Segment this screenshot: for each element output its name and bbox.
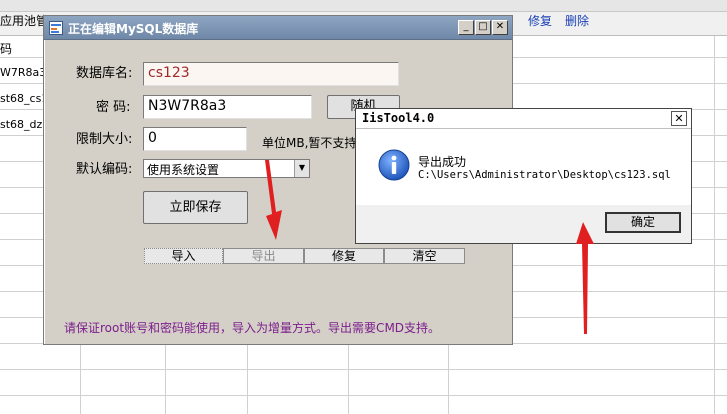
limit-unit-text: 单位MB,暂不支持 [262, 136, 357, 150]
dialog-titlebar: IisTool4.0 ✕ [356, 109, 691, 129]
tab-export[interactable]: 导出 [223, 248, 304, 264]
table-cell: st68_dz [0, 118, 43, 131]
usage-note: 请保证root账号和密码能使用，导入为增量方式。导出需要CMD支持。 [64, 321, 441, 335]
maximize-icon[interactable]: □ [475, 20, 491, 35]
column-header: 码 [0, 42, 13, 56]
ok-button[interactable]: 确定 [605, 212, 681, 233]
red-arrow-icon [265, 160, 282, 240]
delete-link[interactable]: 删除 [565, 12, 589, 29]
close-icon[interactable]: ✕ [671, 111, 687, 126]
encoding-value: 使用系统设置 [147, 163, 220, 177]
tab-repair[interactable]: 修复 [304, 248, 384, 264]
password-field[interactable]: N3W7R8a3 [143, 95, 312, 119]
db-name-label: 数据库名: [76, 66, 133, 81]
background-tab-strip [0, 0, 727, 12]
dialog-file-path: C:\Users\Administrator\Desktop\cs123.sql [418, 169, 671, 181]
encoding-label: 默认编码: [76, 162, 133, 177]
table-cell: W7R8a3 [0, 66, 47, 79]
repair-link[interactable]: 修复 [528, 12, 552, 29]
db-name-field[interactable]: cs123 [143, 62, 399, 86]
minimize-icon[interactable]: _ [458, 20, 474, 35]
dialog-body: 导出成功 C:\Users\Administrator\Desktop\cs12… [356, 129, 691, 205]
limit-label: 限制大小: [76, 132, 133, 147]
close-icon[interactable]: ✕ [492, 20, 508, 35]
red-arrow-icon [576, 222, 594, 334]
save-now-button[interactable]: 立即保存 [143, 191, 248, 224]
dialog-title: IisTool4.0 [362, 111, 435, 125]
app-icon [49, 21, 63, 35]
size-limit-field[interactable]: 0 [143, 127, 247, 151]
info-icon [378, 149, 410, 181]
export-success-dialog: IisTool4.0 ✕ 导出成功 C:\Users\Administrator… [355, 108, 692, 244]
dialog-message: 导出成功 [418, 155, 467, 169]
chevron-down-icon[interactable]: ▼ [294, 160, 309, 177]
tab-import[interactable]: 导入 [144, 248, 223, 264]
tab-clear[interactable]: 清空 [384, 248, 465, 264]
window-titlebar: 正在编辑MySQL数据库 _ □ ✕ [44, 16, 512, 40]
table-cell: st68_cs1 [0, 92, 49, 105]
window-title: 正在编辑MySQL数据库 [68, 22, 199, 36]
password-label: 密 码: [96, 100, 131, 115]
